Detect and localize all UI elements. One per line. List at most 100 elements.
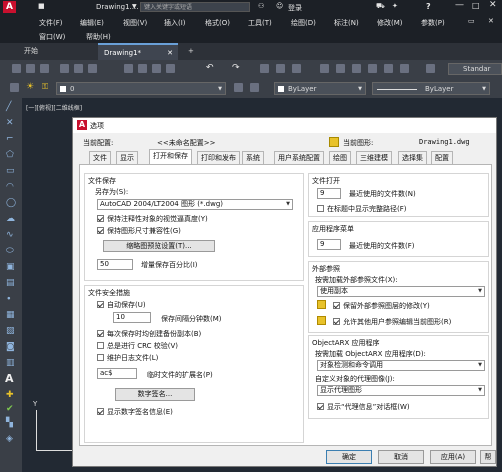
menu-item-parametric[interactable]: 参数(P) [421,18,445,28]
match-props-icon[interactable] [166,64,175,73]
properties-icon[interactable] [320,64,329,73]
tool-palette-icon[interactable] [352,64,361,73]
crc-check-checkbox[interactable] [97,342,104,349]
search-box[interactable]: 键入关键字或短语 [140,2,250,12]
hatch-icon[interactable]: ▦ [6,310,15,320]
proxy-info-checkbox[interactable] [317,403,324,410]
tab-plot-publish[interactable]: 打印和发布 [197,151,240,164]
line-icon[interactable]: ╱ [6,102,11,112]
new-tab-button[interactable]: + [182,43,200,60]
proxy-images-select[interactable]: 显示代理图形 [317,385,485,396]
maximize-button[interactable]: □ [472,1,480,10]
ok-button[interactable]: 确定 [326,450,372,464]
add-icon[interactable]: ✚ [6,390,14,400]
redo-icon[interactable]: ↷ [232,63,240,73]
print-icon[interactable] [60,64,69,73]
menu-item-help[interactable]: 帮助(H) [86,32,111,42]
digital-signatures-button[interactable]: 数字签名... [115,388,195,401]
apply-button[interactable]: 应用(A) [430,450,476,464]
tab-profiles[interactable]: 配置 [431,151,453,164]
polyline-icon[interactable]: ⌐ [6,134,14,144]
retain-xref-layers-checkbox[interactable] [333,302,340,309]
design-center-icon[interactable] [336,64,345,73]
restore-icon[interactable]: ▭ [468,17,475,25]
insert-block-icon[interactable]: ▣ [6,262,15,272]
save-icon[interactable] [40,64,49,73]
zoom-window-icon[interactable] [292,64,301,73]
sheet-set-icon[interactable] [368,64,377,73]
autocad-logo-icon[interactable]: A [3,1,16,13]
close-button[interactable]: ✕ [489,0,497,10]
recent-files-input[interactable]: 9 [317,188,341,199]
layer-select[interactable]: 0 ▼ [56,82,226,95]
open-icon[interactable] [26,64,35,73]
preview-icon[interactable] [74,64,83,73]
rectangle-icon[interactable]: ▭ [6,166,15,176]
title-dropdown-icon[interactable]: ▼ [132,3,137,10]
polygon-icon[interactable]: ⬠ [6,150,14,160]
markup-icon[interactable] [384,64,393,73]
ellipse-icon[interactable]: ⬭ [6,246,14,256]
minimize-button[interactable]: — [455,0,464,10]
allow-xref-edit-checkbox[interactable] [333,318,340,325]
layer-tool-icon[interactable]: ▚ [6,418,13,428]
viewport-controls-label[interactable]: [一][俯视][二维线框] [26,103,82,112]
menu-item-view[interactable]: 视图(V) [123,18,147,28]
make-block-icon[interactable]: ▤ [6,278,15,288]
arc-icon[interactable]: ◠ [6,182,14,192]
pan-icon[interactable] [260,64,269,73]
calc-icon[interactable] [400,64,409,73]
tab-files[interactable]: 文件 [89,151,111,164]
backup-copy-checkbox[interactable] [97,330,104,337]
cart-icon[interactable]: ⛟ [376,2,385,11]
make-current-icon[interactable] [234,83,243,92]
undo-icon[interactable]: ↶ [206,63,214,73]
revcloud-icon[interactable]: ☁ [6,214,15,224]
cancel-button[interactable]: 取消 [378,450,424,464]
steering-icon[interactable]: ◈ [6,434,13,444]
incremental-save-input[interactable]: 50 [97,259,133,270]
lock-icon[interactable]: ⚿ [42,82,48,92]
full-path-checkbox[interactable] [317,205,324,212]
doc-close-icon[interactable]: ✕ [488,17,494,25]
construction-line-icon[interactable]: ✕ [6,118,14,128]
zoom-icon[interactable] [276,64,285,73]
tab-start[interactable]: 开始 [18,43,58,60]
menu-item-edit[interactable]: 编辑(E) [80,18,104,28]
region-icon[interactable]: ◙ [6,342,15,352]
copy-icon[interactable] [138,64,147,73]
menu-item-tools[interactable]: 工具(T) [248,18,272,28]
save-interval-input[interactable]: 10 [113,312,151,323]
menu-item-format[interactable]: 格式(O) [205,18,230,28]
thumbnail-settings-button[interactable]: 缩略图预览设置(T)... [103,240,215,252]
circle-icon[interactable]: ◯ [6,198,16,208]
maintain-drawing-size-checkbox[interactable] [97,227,104,234]
app-recent-files-input[interactable]: 9 [317,239,341,250]
menu-item-window[interactable]: 窗口(W) [39,32,65,42]
tab-3d-modeling[interactable]: 三维建模 [356,151,392,164]
tab-user-preferences[interactable]: 用户系统配置 [274,151,324,164]
tab-drawing1[interactable]: Drawing1* ✕ [98,43,178,60]
linetype-select[interactable]: ByLayer ▼ [372,82,490,95]
display-signature-checkbox[interactable] [97,408,104,415]
help-icon[interactable] [426,64,435,73]
publish-icon[interactable] [88,64,97,73]
menu-item-dimension[interactable]: 标注(N) [334,18,359,28]
menu-item-insert[interactable]: 插入(I) [164,18,186,28]
demand-load-xref-select[interactable]: 使用副本 [317,286,485,297]
text-style-select[interactable]: Standar [448,63,502,75]
check-icon[interactable]: ✔ [6,404,14,414]
demand-load-arx-select[interactable]: 对象检测和命令调用 [317,360,485,371]
color-select[interactable]: ByLayer ▼ [274,82,366,95]
point-icon[interactable]: ∙ [6,294,12,304]
gradient-icon[interactable]: ▧ [6,326,15,336]
temp-extension-input[interactable]: ac$ [97,368,137,379]
new-icon[interactable] [12,64,21,73]
maintain-annotative-checkbox[interactable] [97,215,104,222]
help-button[interactable]: ? [426,2,431,11]
paste-icon[interactable] [152,64,161,73]
tab-drafting[interactable]: 绘图 [329,151,351,164]
table-icon[interactable]: ▥ [6,358,15,368]
mtext-icon[interactable]: A [5,372,14,385]
sun-icon[interactable]: ☀ [26,82,34,92]
